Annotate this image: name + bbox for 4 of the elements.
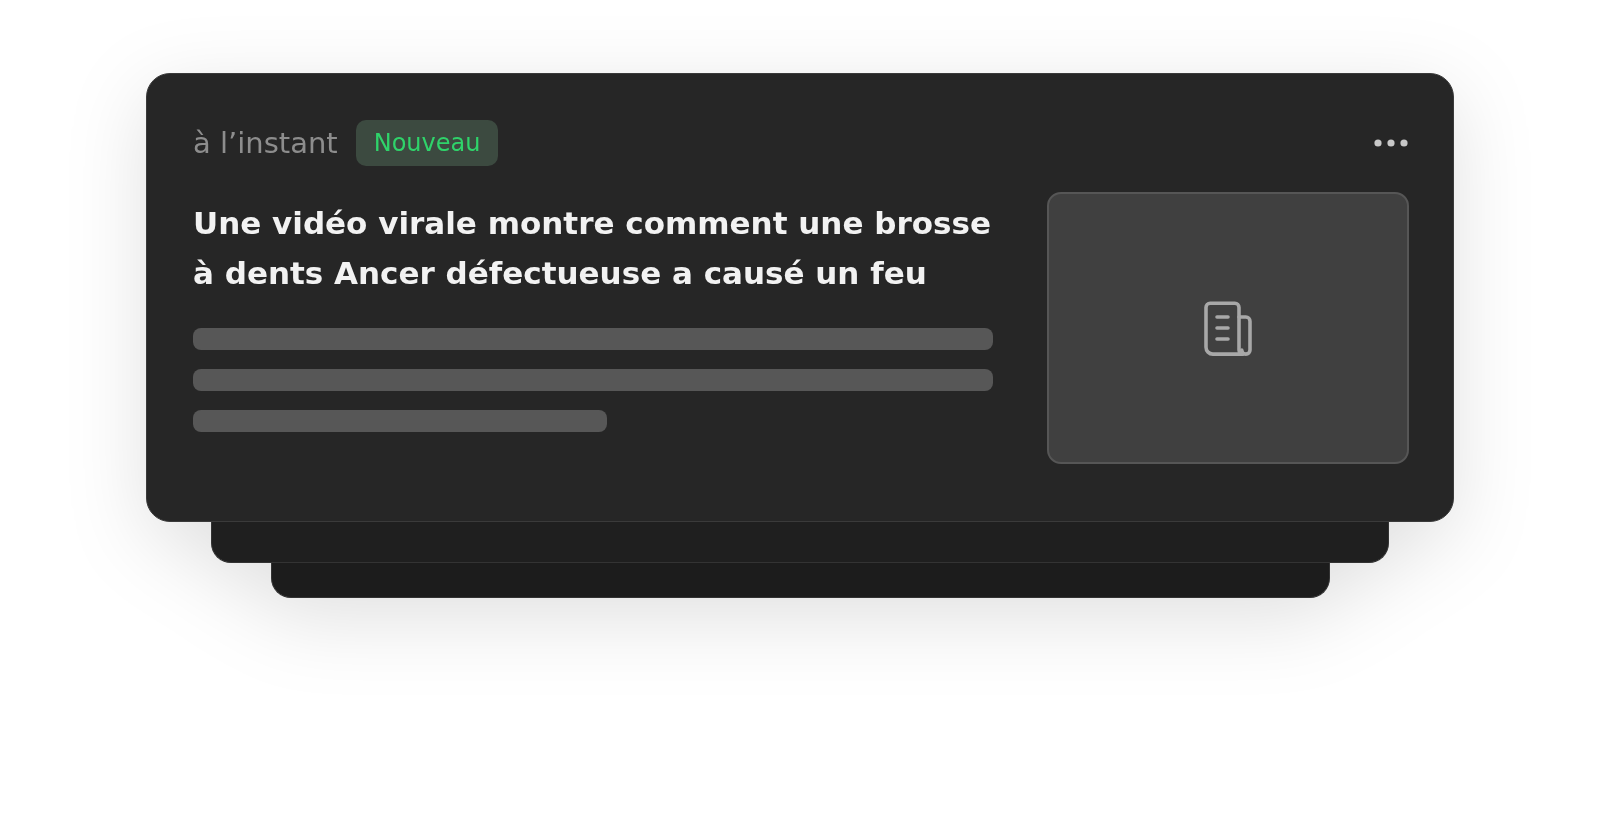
timestamp: à l’instant xyxy=(193,126,338,160)
headline: Une vidéo virale montre comment une brosse à dents Ancer défectueuse a causé un feu xyxy=(193,204,992,293)
more-options-icon[interactable] xyxy=(1373,138,1409,148)
new-badge: Nouveau xyxy=(355,120,499,166)
